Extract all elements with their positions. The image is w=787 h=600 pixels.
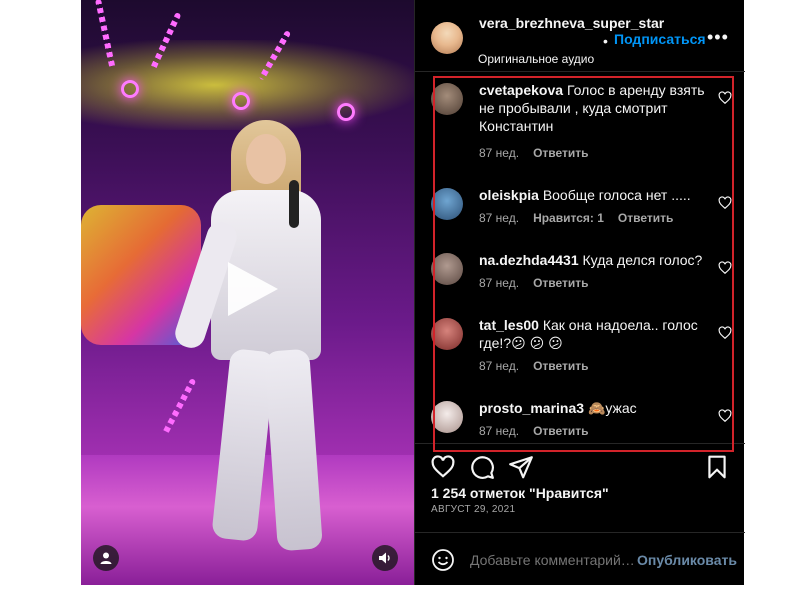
comment-item: prosto_marina3 🙈ужас 87 нед. Ответить (415, 391, 745, 451)
comment-text: oleiskpia Вообще голоса нет ..... (479, 186, 711, 204)
comment-item: cvetapekova Голос в аренду взять не проб… (415, 73, 745, 160)
heart-icon[interactable] (718, 261, 732, 275)
heart-icon[interactable] (718, 196, 732, 210)
comment-age[interactable]: 87 нед. (479, 211, 519, 225)
tagged-users-button[interactable] (93, 545, 119, 571)
comment-item: tat_les00 Как она надоела.. голос где!?😕… (415, 308, 745, 388)
author-username[interactable]: vera_brezhneva_super_star (479, 14, 664, 33)
publish-button[interactable]: Опубликовать (637, 552, 737, 568)
comment-meta: 87 нед. Ответить (479, 276, 603, 290)
audio-label[interactable]: Оригинальное аудио (478, 52, 594, 66)
more-options-icon[interactable]: ••• (707, 27, 729, 48)
add-comment-bar: Опубликовать (415, 532, 745, 585)
comment-text: cvetapekova Голос в аренду взять не проб… (479, 81, 711, 135)
post-header: vera_brezhneva_super_star • Подписаться … (415, 0, 745, 72)
comment-age[interactable]: 87 нед. (479, 276, 519, 290)
reply-button[interactable]: Ответить (618, 211, 673, 225)
comment-body: 🙈ужас (587, 400, 637, 416)
video-player[interactable] (81, 0, 414, 585)
play-icon[interactable] (220, 258, 282, 320)
share-send-icon[interactable] (508, 454, 534, 480)
reply-button[interactable]: Ответить (533, 146, 588, 160)
comment-item: na.dezhda4431 Куда делся голос? 87 нед. О… (415, 243, 745, 303)
stage-spotlight (232, 92, 250, 110)
comment-meta: 87 нед. Нравится: 1 Ответить (479, 211, 687, 225)
commenter-avatar[interactable] (431, 318, 463, 350)
like-heart-icon[interactable] (430, 454, 456, 480)
comment-meta: 87 нед. Ответить (479, 146, 603, 160)
stage-spotlight (121, 80, 139, 98)
heart-icon[interactable] (718, 409, 732, 423)
post-side-panel: vera_brezhneva_super_star • Подписаться … (414, 0, 745, 585)
comment-text: na.dezhda4431 Куда делся голос? (479, 251, 711, 269)
comment-text: prosto_marina3 🙈ужас (479, 399, 711, 417)
comment-username[interactable]: tat_les00 (479, 317, 539, 333)
likes-count[interactable]: 1 254 отметок "Нравится" (431, 485, 609, 501)
reply-button[interactable]: Ответить (533, 359, 588, 373)
comment-meta: 87 нед. Ответить (479, 359, 603, 373)
user-icon (100, 552, 112, 564)
speaker-icon (379, 552, 390, 564)
comment-item: oleiskpia Вообще голоса нет ..... 87 нед… (415, 178, 745, 238)
commenter-avatar[interactable] (431, 188, 463, 220)
commenter-avatar[interactable] (431, 401, 463, 433)
comment-body: Вообще голоса нет ..... (542, 187, 691, 203)
comment-username[interactable]: prosto_marina3 (479, 400, 584, 416)
comment-username[interactable]: na.dezhda4431 (479, 252, 579, 268)
performer-figure (171, 120, 341, 560)
reply-button[interactable]: Ответить (533, 424, 588, 438)
bookmark-icon[interactable] (704, 454, 730, 480)
heart-icon[interactable] (718, 91, 732, 105)
comment-age[interactable]: 87 нед. (479, 146, 519, 160)
post-date[interactable]: АВГУСТ 29, 2021 (431, 504, 515, 515)
comment-age[interactable]: 87 нед. (479, 424, 519, 438)
comment-body: Куда делся голос? (582, 252, 703, 268)
commenter-avatar[interactable] (431, 253, 463, 285)
comment-username[interactable]: oleiskpia (479, 187, 539, 203)
commenter-avatar[interactable] (431, 83, 463, 115)
header-separator: • (603, 33, 608, 49)
sound-toggle-button[interactable] (372, 545, 398, 571)
instagram-post: vera_brezhneva_super_star • Подписаться … (81, 0, 745, 585)
comments-list[interactable]: cvetapekova Голос в аренду взять не проб… (415, 73, 745, 443)
emoji-icon[interactable] (431, 548, 455, 572)
follow-button[interactable]: Подписаться (614, 31, 706, 47)
post-actions-bar (415, 443, 745, 491)
heart-icon[interactable] (718, 326, 732, 340)
author-avatar[interactable] (431, 22, 463, 54)
stage-spotlight (337, 103, 355, 121)
comment-username[interactable]: cvetapekova (479, 82, 563, 98)
comment-likes-count[interactable]: Нравится: 1 (533, 211, 604, 225)
comment-bubble-icon[interactable] (469, 454, 495, 480)
reply-button[interactable]: Ответить (533, 276, 588, 290)
comment-input[interactable] (470, 552, 635, 568)
comment-age[interactable]: 87 нед. (479, 359, 519, 373)
comment-text: tat_les00 Как она надоела.. голос где!?😕… (479, 316, 711, 352)
comment-meta: 87 нед. Ответить (479, 424, 603, 438)
